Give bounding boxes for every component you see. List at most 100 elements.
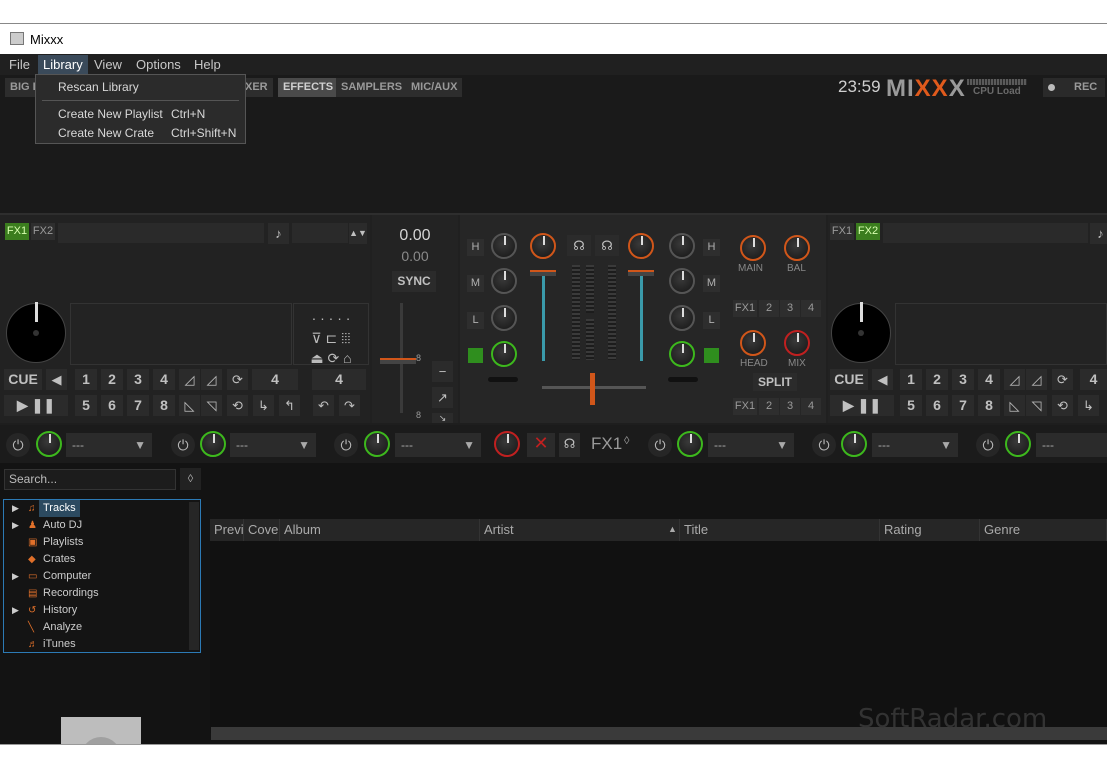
ch2-headphone-icon[interactable]: ☊	[595, 235, 619, 256]
sort-toggle-icon[interactable]: ◊	[180, 468, 201, 490]
master-fx2-button[interactable]: 2	[759, 300, 779, 317]
ch1-eq-low-knob[interactable]	[491, 305, 517, 331]
ch1-eq-mid-knob[interactable]	[491, 268, 517, 294]
fx-unit1-meta-knob[interactable]	[36, 431, 62, 457]
deck1-beatjump-back-icon[interactable]: ↰	[279, 395, 300, 416]
deck1-vinyl[interactable]	[6, 302, 66, 363]
column-album[interactable]: Album	[280, 519, 480, 541]
deck1-rate-slider[interactable]	[380, 358, 416, 364]
deck1-reloop-icon[interactable]: ⟲	[227, 395, 248, 416]
sidebar-item-auto-dj[interactable]: ▶ ♟ Auto DJ	[4, 517, 190, 534]
ch2-fx-indicator[interactable]	[704, 348, 719, 363]
deck1-key-icon[interactable]: ♪	[268, 223, 289, 244]
sidebar-item-crates[interactable]: ◆ Crates	[4, 551, 190, 568]
fx-headphone-icon[interactable]: ☊	[559, 433, 580, 457]
deck1-loop-size-a[interactable]: 4	[252, 369, 298, 390]
sidebar-item-recordings[interactable]: ▤ Recordings	[4, 585, 190, 602]
head-gain-knob[interactable]	[740, 330, 766, 356]
deck1-fx1-toggle[interactable]: FX1	[5, 223, 29, 240]
deck2-beatloop-half-icon[interactable]: ◿	[1004, 369, 1025, 390]
deck1-play-pause-button[interactable]: ▶ ❚❚	[4, 395, 68, 416]
deck1-reverse-icon[interactable]: ◀	[46, 369, 67, 390]
deck1-hotcue-3[interactable]: 3	[127, 369, 149, 390]
sidebar-item-tracks[interactable]: ▶ ♫ Tracks	[4, 500, 190, 517]
fx-unit1-power-icon[interactable]: ⏻	[6, 433, 30, 457]
fx-unit1-selector[interactable]: --- ▼	[66, 433, 152, 457]
ch2-pfl-slider[interactable]	[668, 377, 698, 382]
ch1-filter-knob[interactable]	[491, 341, 517, 367]
deck2-key-icon[interactable]: ♪	[1090, 223, 1107, 244]
deck1-beatloop-double-icon[interactable]: ◿	[201, 369, 222, 390]
column-artist[interactable]: Artist	[480, 519, 680, 541]
deck2-hotcue-2[interactable]: 2	[926, 369, 948, 390]
deck2-hotcue-3[interactable]: 3	[952, 369, 974, 390]
head-fx3-button[interactable]: 3	[780, 398, 800, 415]
crossfader-handle[interactable]	[590, 373, 595, 405]
split-button[interactable]: SPLIT	[753, 373, 797, 391]
fx-mix-knob[interactable]	[494, 431, 520, 457]
ch1-volume-fader[interactable]	[530, 270, 556, 276]
fx-unit6-selector[interactable]: ---	[1036, 433, 1107, 457]
fx-unit4-selector[interactable]: --- ▼	[708, 433, 794, 457]
deck1-hotcue-8[interactable]: 8	[153, 395, 175, 416]
fx-unit3-selector[interactable]: --- ▼	[395, 433, 481, 457]
effects-button[interactable]: EFFECTS	[278, 78, 339, 97]
deck2-overview[interactable]	[895, 303, 1107, 365]
deck1-beatjump-fwd-icon[interactable]: ↳	[253, 395, 274, 416]
ch1-pfl-slider[interactable]	[488, 377, 518, 382]
deck1-loop-move-fwd-icon[interactable]: ↷	[339, 395, 360, 416]
menu-view[interactable]: View	[94, 57, 122, 72]
head-fx1-button[interactable]: FX1	[733, 398, 757, 415]
deck1-cue-button[interactable]: CUE	[4, 369, 42, 390]
deck2-fx1-toggle[interactable]: FX1	[830, 223, 854, 240]
fx-unit6-power-icon[interactable]: ⏻	[976, 433, 1000, 457]
deck1-loop-controls[interactable]: · · · · · ⊽ ⊏ ⦙⦙⦙ ⏏ ⟳ ⌂	[293, 303, 369, 366]
deck1-sync-button[interactable]: SYNC	[392, 271, 436, 292]
deck2-beatloop-double-icon[interactable]: ◿	[1026, 369, 1047, 390]
menu-library[interactable]: Library	[38, 55, 88, 75]
fx-unit-spinner[interactable]: ◊	[624, 435, 629, 447]
sidebar-item-computer[interactable]: ▶ ▭ Computer	[4, 568, 190, 585]
deck2-loop-icon[interactable]: ⟳	[1052, 369, 1073, 390]
ch2-volume-fader[interactable]	[628, 270, 654, 276]
record-button[interactable]: REC	[1043, 78, 1105, 97]
deck1-loop-out-icon[interactable]: ◹	[201, 395, 222, 416]
sidebar-scrollbar[interactable]	[189, 502, 199, 650]
fx-unit5-meta-knob[interactable]	[841, 431, 867, 457]
head-fx2-button[interactable]: 2	[759, 398, 779, 415]
fx-unit3-meta-knob[interactable]	[364, 431, 390, 457]
sidebar-item-itunes[interactable]: ♬ iTunes	[4, 636, 190, 653]
deck1-hotcue-2[interactable]: 2	[101, 369, 123, 390]
menu-create-crate[interactable]: Create New Crate	[58, 126, 154, 140]
ch2-filter-knob[interactable]	[669, 341, 695, 367]
ch1-fx-indicator[interactable]	[468, 348, 483, 363]
column-preview[interactable]: Previ	[210, 519, 244, 541]
deck2-beatjump-fwd-icon[interactable]: ↳	[1078, 395, 1099, 416]
deck2-hotcue-5[interactable]: 5	[900, 395, 922, 416]
balance-knob[interactable]	[784, 235, 810, 261]
deck1-hotcue-4[interactable]: 4	[153, 369, 175, 390]
column-rating[interactable]: Rating	[880, 519, 980, 541]
deck1-loop-size-b[interactable]: 4	[312, 369, 366, 390]
menu-file[interactable]: File	[9, 57, 30, 72]
deck1-loop-in-icon[interactable]: ◺	[179, 395, 200, 416]
deck1-nudge-down-icon[interactable]: ↘	[432, 413, 453, 423]
samplers-button[interactable]: SAMPLERS	[336, 78, 408, 97]
sidebar-item-history[interactable]: ▶ ↺ History	[4, 602, 190, 619]
deck2-fx2-toggle[interactable]: FX2	[856, 223, 880, 240]
fx-unit2-selector[interactable]: --- ▼	[230, 433, 316, 457]
fx-unit2-meta-knob[interactable]	[200, 431, 226, 457]
deck2-hotcue-1[interactable]: 1	[900, 369, 922, 390]
fx-unit6-meta-knob[interactable]	[1005, 431, 1031, 457]
fx-unit5-power-icon[interactable]: ⏻	[812, 433, 836, 457]
ch2-eq-high-knob[interactable]	[669, 233, 695, 259]
menu-options[interactable]: Options	[136, 57, 181, 72]
deck1-hotcue-7[interactable]: 7	[127, 395, 149, 416]
master-fx3-button[interactable]: 3	[780, 300, 800, 317]
ch2-gain-knob[interactable]	[628, 233, 654, 259]
sidebar-item-analyze[interactable]: ╲ Analyze	[4, 619, 190, 636]
deck1-hotcue-1[interactable]: 1	[75, 369, 97, 390]
deck2-loop-in-icon[interactable]: ◺	[1004, 395, 1025, 416]
deck2-play-pause-button[interactable]: ▶ ❚❚	[830, 395, 894, 416]
deck1-rate-up-icon[interactable]: ↗	[432, 387, 453, 408]
